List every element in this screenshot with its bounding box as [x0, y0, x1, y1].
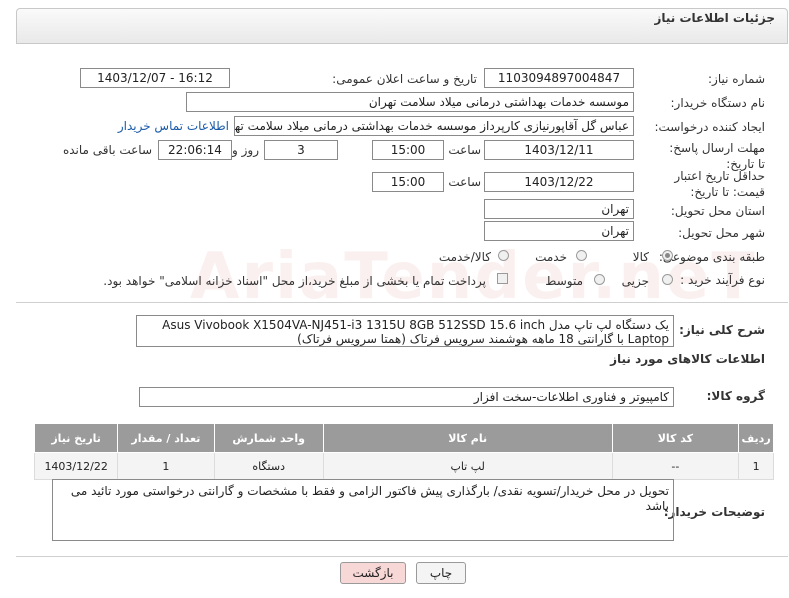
need-number-label: شماره نیاز: [708, 72, 765, 86]
category-option-service: خدمت [535, 250, 567, 264]
table-header-row: تاریخ نیاز تعداد / مقدار واحد شمارش نام … [33, 423, 774, 453]
col-need-date: تاریخ نیاز [33, 423, 119, 453]
payment-checkbox[interactable] [497, 273, 508, 284]
category-radio-goods[interactable] [662, 250, 673, 261]
cell-row: 1 [738, 452, 774, 480]
process-option-minor: جزیی [621, 274, 649, 288]
days-field: 3 [264, 140, 338, 160]
deadline-time-label: ساعت [448, 143, 481, 157]
process-radio-medium[interactable] [594, 274, 605, 285]
col-quantity: تعداد / مقدار [117, 423, 215, 453]
deadline-date-field: 1403/12/11 [484, 140, 634, 160]
process-option-medium: متوسط [545, 274, 583, 288]
province-label: استان محل تحویل: [670, 204, 765, 218]
buyer-org-field: موسسه خدمات بهداشتی درمانی میلاد سلامت ت… [186, 92, 634, 112]
category-label: طبقه بندی موضوعی: [658, 250, 765, 264]
col-item-code: کد کالا [611, 423, 740, 453]
goods-group-field: کامپیوتر و فناوری اطلاعات-سخت افزار [139, 387, 674, 407]
col-row: ردیف [738, 423, 774, 453]
province-field: تهران [484, 199, 634, 219]
process-radio-minor[interactable] [662, 274, 673, 285]
announce-field: 1403/12/07 - 16:12 [80, 68, 230, 88]
remaining-time-field: 22:06:14 [158, 140, 232, 160]
days-label: روز و [232, 143, 259, 157]
payment-note: پرداخت تمام یا بخشی از مبلغ خرید،از محل … [103, 274, 486, 288]
cell-item-code: -- [611, 452, 740, 480]
creator-field: عباس گل آقاپورنیازی کارپرداز موسسه خدمات… [234, 116, 634, 136]
buyer-notes-field: تحویل در محل خریدار/تسویه نقدی/ بارگذاری… [52, 479, 674, 541]
description-label: شرح کلی نیاز: [679, 323, 765, 337]
col-unit: واحد شمارش [213, 423, 324, 453]
category-option-goods: کالا [632, 250, 649, 264]
validity-time-label: ساعت [448, 175, 481, 189]
back-button[interactable]: بازگشت [340, 562, 406, 584]
cell-quantity: 1 [117, 452, 215, 480]
description-field: یک دستگاه لپ تاپ مدل Asus Vivobook X1504… [136, 315, 674, 347]
goods-section-title: اطلاعات کالاهای مورد نیاز [610, 352, 765, 366]
process-label: نوع فرآیند خرید : [680, 273, 765, 287]
table-row: 1403/12/22 1 دستگاه لپ تاپ -- 1 [33, 452, 774, 480]
deadline-time-field: 15:00 [372, 140, 444, 160]
section-divider [16, 302, 788, 303]
col-item-name: نام کالا [322, 423, 613, 453]
print-button[interactable]: چاپ [416, 562, 466, 584]
panel-title: جزئیات اطلاعات نیاز [654, 11, 775, 25]
footer-divider [16, 556, 788, 557]
creator-label: ایجاد کننده درخواست: [654, 120, 765, 134]
validity-time-field: 15:00 [372, 172, 444, 192]
cell-need-date: 1403/12/22 [33, 452, 119, 480]
buyer-notes-label: توضیحات خریدار: [663, 505, 765, 519]
goods-group-label: گروه کالا: [706, 389, 765, 403]
announce-label: تاریخ و ساعت اعلان عمومی: [332, 72, 477, 86]
category-radio-service[interactable] [576, 250, 587, 261]
remaining-label: ساعت باقی مانده [62, 143, 152, 157]
contact-info-link[interactable]: اطلاعات تماس خریدار [118, 119, 229, 133]
cell-item-name: لپ تاپ [322, 452, 613, 480]
goods-table: تاریخ نیاز تعداد / مقدار واحد شمارش نام … [33, 423, 774, 480]
category-radio-goods-service[interactable] [498, 250, 509, 261]
buyer-org-label: نام دستگاه خریدار: [670, 96, 766, 110]
validity-date-field: 1403/12/22 [484, 172, 634, 192]
city-field: تهران [484, 221, 634, 241]
category-option-goods-service: کالا/خدمت [438, 250, 491, 264]
city-label: شهر محل تحویل: [678, 226, 765, 240]
cell-unit: دستگاه [213, 452, 324, 480]
validity-label: حداقل تاریخ اعتبار قیمت: تا تاریخ: [674, 169, 765, 199]
need-number-field: 1103094897004847 [484, 68, 634, 88]
